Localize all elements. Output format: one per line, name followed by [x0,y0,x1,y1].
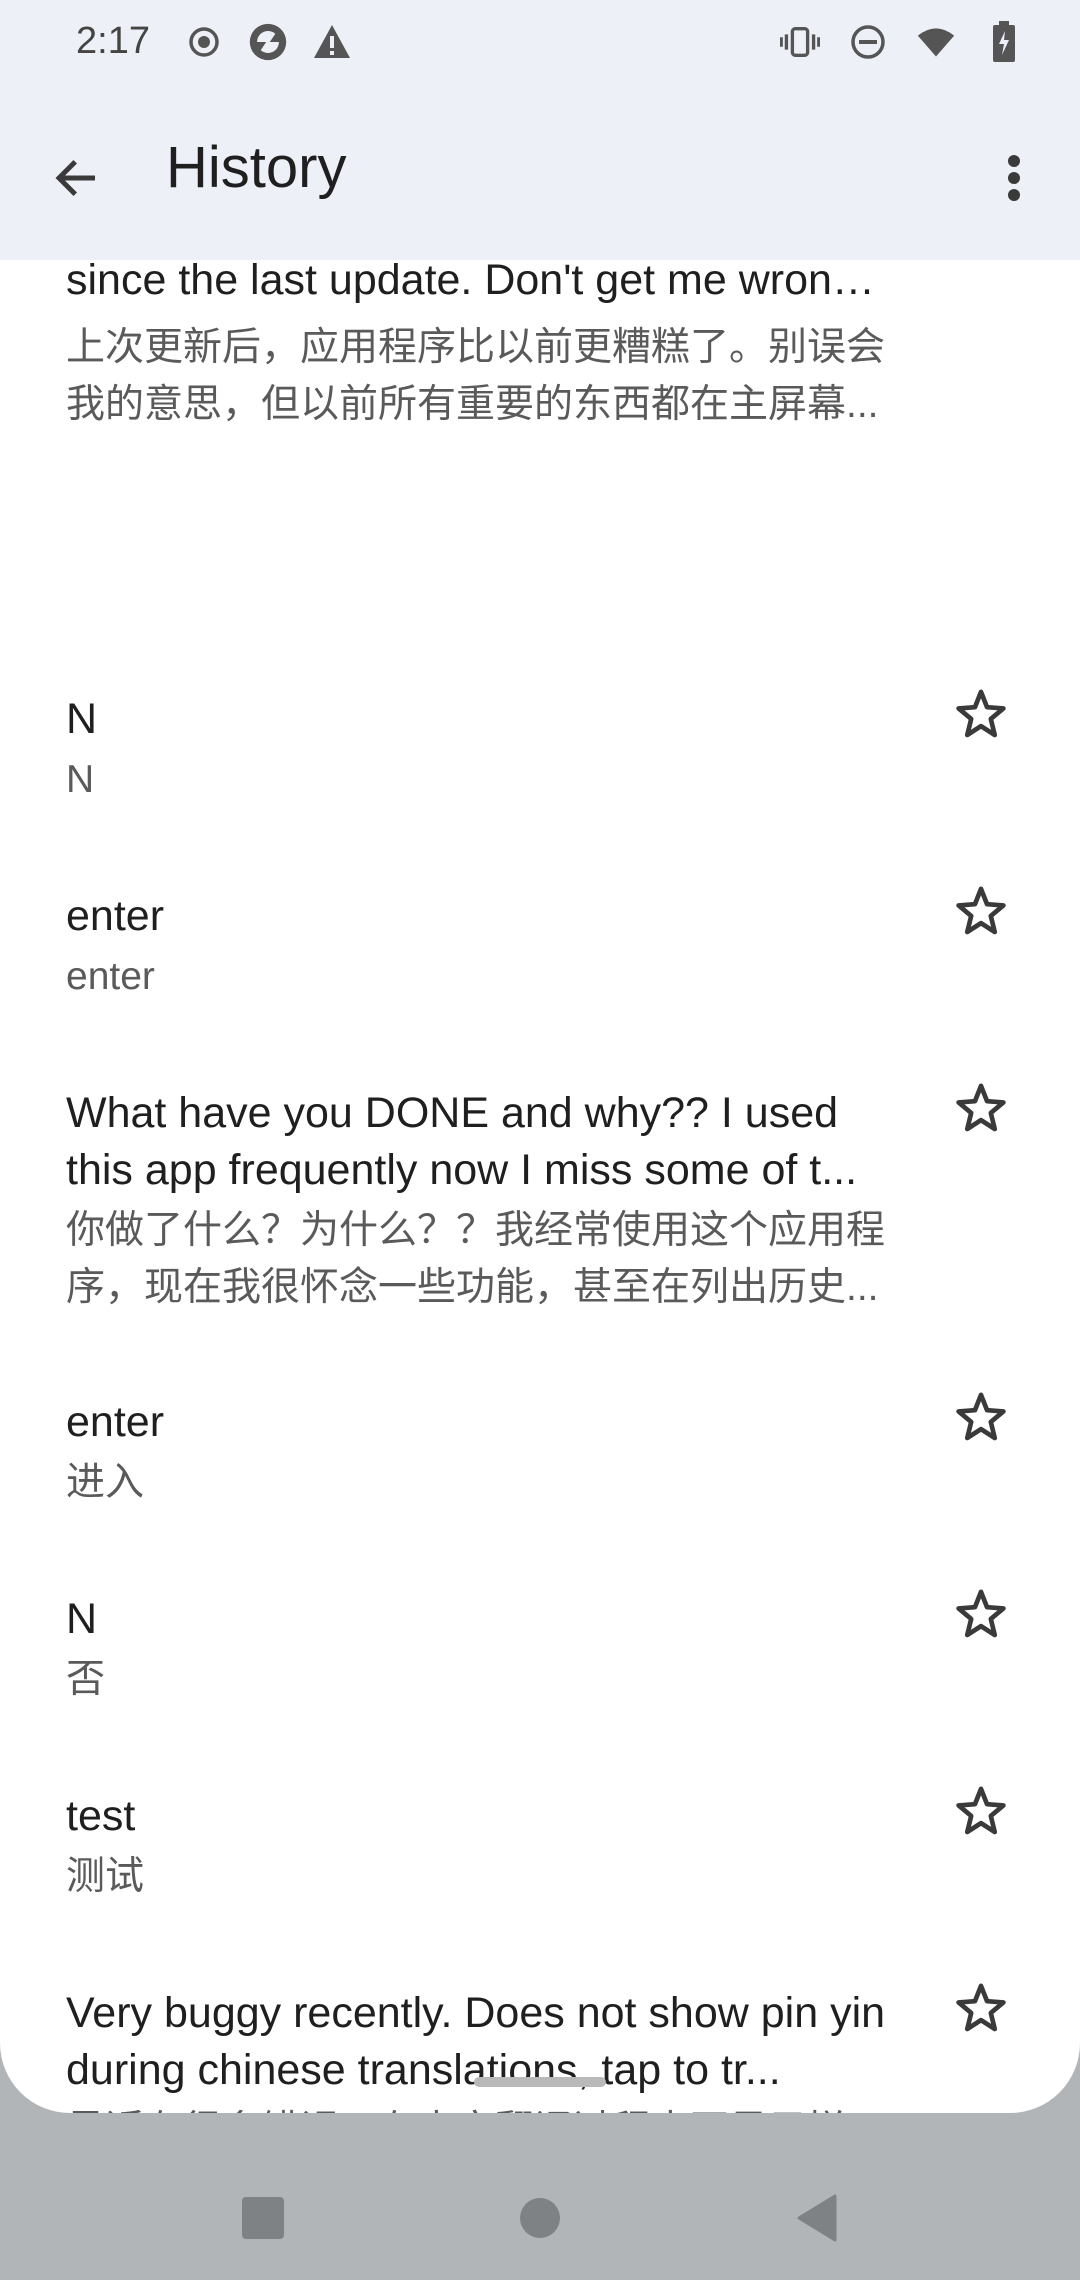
history-source-text: enter [66,1398,165,1446]
history-translation-text: N [66,758,95,801]
history-source-text: N [66,1595,98,1643]
status-bar: 2:17 [0,0,1080,88]
nav-back-button[interactable] [782,2183,852,2253]
history-source-text: enter [66,892,165,940]
history-translation-text: 进入 [66,1461,145,1504]
star-outline-icon [956,1589,1006,1638]
history-item[interactable]: N N [0,689,1080,897]
sheet-drag-handle[interactable] [474,2077,606,2087]
history-item[interactable]: enter 进入 [0,1392,1080,1600]
navigation-bar [0,2113,1080,2280]
history-translation-text: 测试 [66,1855,145,1898]
star-button[interactable] [945,1381,1017,1453]
recents-square-icon [242,2197,284,2239]
battery-icon [984,20,1024,64]
history-item[interactable]: test 测试 [0,1786,1080,1994]
star-button[interactable] [945,1775,1017,1847]
home-circle-icon [520,2198,560,2238]
history-source-text: What have you DONE and why?? I used this… [66,1089,858,1194]
star-button[interactable] [945,1578,1017,1650]
history-translation-text: 你做了什么？为什么？？我经常使用这个应用程序，现在我很怀念一些功能，甚至在列出历… [66,1209,886,1309]
page-title: History [166,135,347,200]
wifi-icon [916,20,956,64]
star-button[interactable] [945,678,1017,750]
history-translation-text: 上次更新后，应用程序比以前更糟糕了。别误会我的意思，但以前所有重要的东西都在主屏… [66,326,886,426]
recents-button[interactable] [228,2183,298,2253]
history-item[interactable]: What have you DONE and why?? I used this… [0,1083,1080,1403]
star-button[interactable] [945,1072,1017,1144]
star-button[interactable] [945,875,1017,947]
back-triangle-icon [797,2194,837,2242]
history-translation-text: 否 [66,1658,106,1701]
back-button[interactable] [36,138,116,218]
more-vert-icon [1008,155,1020,201]
vibrate-icon [780,20,820,64]
star-button[interactable] [945,1972,1017,2044]
arrow-back-icon [55,160,95,196]
star-outline-icon [956,886,1006,935]
dnd-icon [848,20,888,64]
history-item[interactable]: N 否 [0,1589,1080,1797]
status-time: 2:17 [76,20,150,62]
history-source-text: test [66,1792,136,1840]
history-item[interactable]: Very buggy recently. Does not show pin y… [0,1983,1080,2113]
history-translation-text: enter [66,955,155,998]
app-bar: History [0,88,1080,260]
history-item[interactable]: The app has gotten worse than before sin… [0,260,1080,700]
history-source-text: The app has gotten worse than before sin… [66,260,868,304]
history-source-text: N [66,695,98,743]
history-sheet[interactable]: The app has gotten worse than before sin… [0,260,1080,2113]
star-outline-icon [956,1083,1006,1132]
status-icons-right [780,20,1024,64]
more-options-button[interactable] [974,138,1054,218]
star-outline-icon [956,1983,1006,2032]
status-icons-left [184,20,352,64]
history-item[interactable]: enter enter [0,886,1080,1094]
history-translation-text: 最近有很多错误。在中文翻译过程中不显示拼音，点击翻译时有持续的通知，访问翻译时屏… [66,2102,896,2113]
warning-icon [312,20,352,64]
star-outline-icon [956,1786,1006,1835]
app-icon [248,20,288,64]
star-outline-icon [956,1392,1006,1441]
home-button[interactable] [505,2183,575,2253]
star-outline-icon [956,689,1006,738]
record-icon [184,20,224,64]
